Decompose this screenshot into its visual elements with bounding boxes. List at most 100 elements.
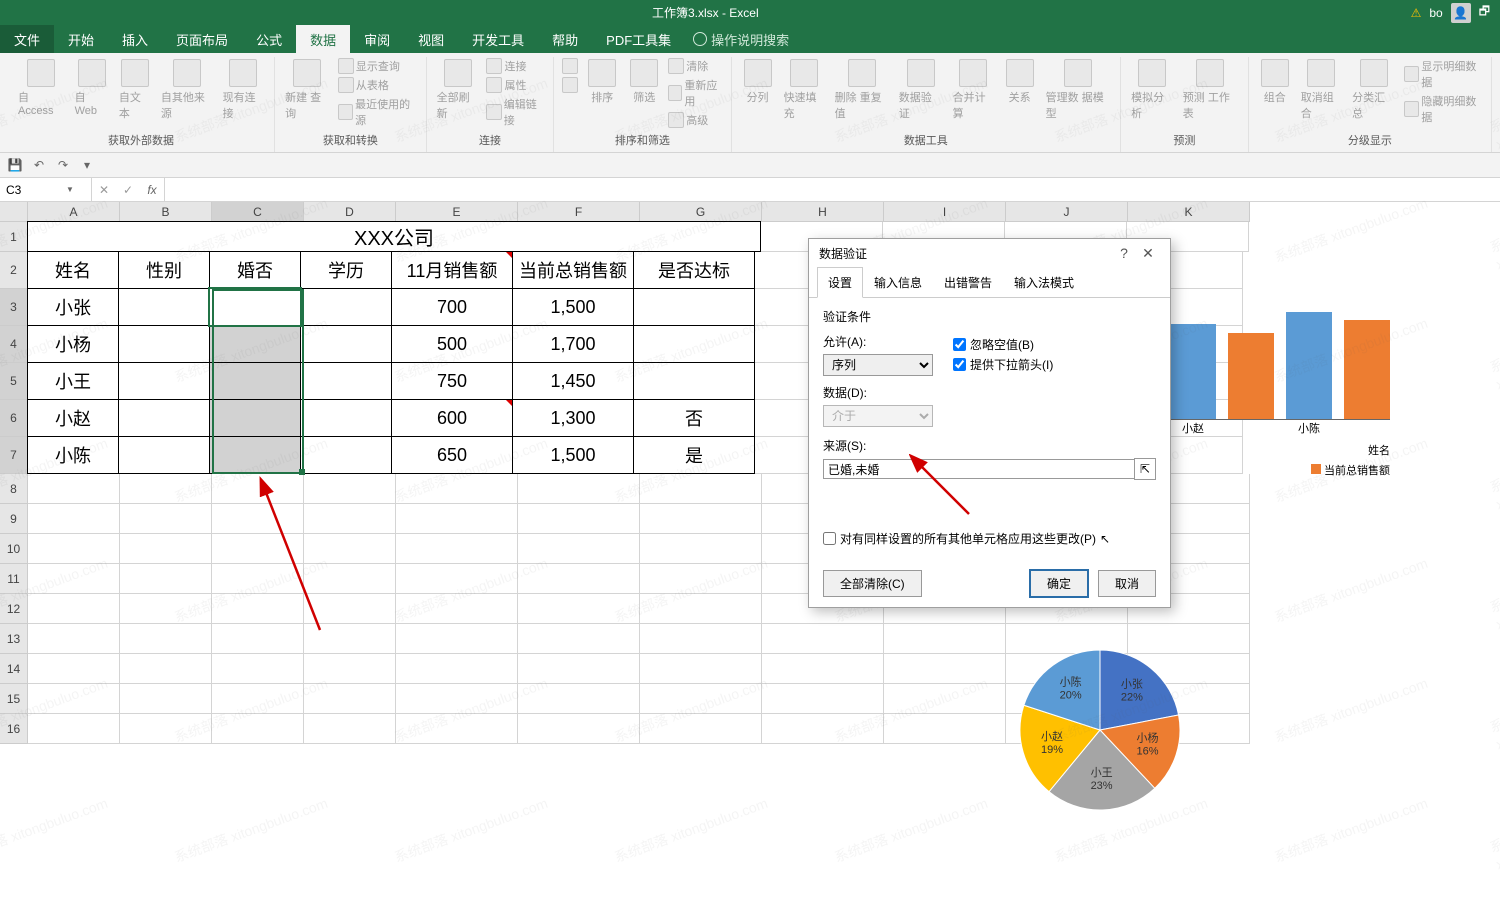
- tab-formula[interactable]: 公式: [242, 25, 296, 53]
- cell[interactable]: [304, 474, 396, 504]
- source-input[interactable]: [823, 459, 1135, 479]
- cell[interactable]: [518, 714, 640, 744]
- table-cell[interactable]: 1,500: [512, 436, 634, 474]
- name-box-input[interactable]: [6, 183, 66, 197]
- table-cell[interactable]: [633, 288, 755, 326]
- restore-icon[interactable]: 🗗: [1479, 2, 1490, 23]
- table-cell[interactable]: [118, 362, 210, 400]
- cell[interactable]: [304, 714, 396, 744]
- table-cell[interactable]: 小陈: [27, 436, 119, 474]
- table-cell[interactable]: [633, 325, 755, 363]
- cell[interactable]: [396, 684, 518, 714]
- chevron-down-icon[interactable]: ▼: [66, 185, 74, 194]
- cell[interactable]: [518, 594, 640, 624]
- new-query-button[interactable]: 新建 查询: [281, 57, 334, 123]
- qat-more-icon[interactable]: ▾: [78, 156, 96, 174]
- table-cell[interactable]: 小赵: [27, 399, 119, 437]
- table-cell[interactable]: [209, 362, 301, 400]
- accept-formula-icon[interactable]: ✓: [116, 183, 140, 197]
- show-queries-button[interactable]: 显示查询: [336, 57, 420, 75]
- from-web-button[interactable]: 自 Web: [71, 57, 113, 119]
- dialog-tab-ime[interactable]: 输入法模式: [1003, 267, 1085, 298]
- ungroup-button[interactable]: 取消组合: [1297, 57, 1346, 123]
- from-text-button[interactable]: 自文本: [115, 57, 155, 123]
- cell[interactable]: [396, 474, 518, 504]
- allow-select[interactable]: 序列: [823, 354, 933, 376]
- clear-all-button[interactable]: 全部清除(C): [823, 570, 922, 597]
- table-cell[interactable]: 是: [633, 436, 755, 474]
- cell[interactable]: [212, 594, 304, 624]
- cell[interactable]: [640, 504, 762, 534]
- col-header[interactable]: F: [518, 202, 640, 222]
- name-box[interactable]: ▼: [0, 178, 92, 201]
- tab-insert[interactable]: 插入: [108, 25, 162, 53]
- cell[interactable]: [28, 624, 120, 654]
- table-cell[interactable]: 650: [391, 436, 513, 474]
- cell[interactable]: [120, 564, 212, 594]
- cell[interactable]: [120, 594, 212, 624]
- tab-review[interactable]: 审阅: [350, 25, 404, 53]
- cell[interactable]: [212, 684, 304, 714]
- col-header[interactable]: I: [884, 202, 1006, 222]
- fx-icon[interactable]: fx: [140, 183, 164, 197]
- cell[interactable]: [396, 534, 518, 564]
- bar-chart[interactable]: 小赵 小陈 姓名 当前总销售额: [1170, 300, 1390, 480]
- table-cell[interactable]: [118, 436, 210, 474]
- col-header[interactable]: E: [396, 202, 518, 222]
- relationships-button[interactable]: 关系: [1000, 57, 1040, 107]
- range-picker-icon[interactable]: ⇱: [1134, 458, 1156, 480]
- table-cell[interactable]: [300, 288, 392, 326]
- cell[interactable]: [212, 504, 304, 534]
- sort-za-button[interactable]: [560, 76, 580, 94]
- cell[interactable]: [884, 714, 1006, 744]
- cell[interactable]: [518, 654, 640, 684]
- avatar[interactable]: 👤: [1451, 3, 1471, 23]
- cell[interactable]: [28, 714, 120, 744]
- apply-all-checkbox[interactable]: [823, 532, 836, 545]
- col-header[interactable]: C: [212, 202, 304, 222]
- table-cell[interactable]: 700: [391, 288, 513, 326]
- cell[interactable]: [212, 564, 304, 594]
- cancel-formula-icon[interactable]: ✕: [92, 183, 116, 197]
- table-cell[interactable]: 1,700: [512, 325, 634, 363]
- cell[interactable]: [28, 534, 120, 564]
- edit-links-button[interactable]: 编辑链接: [484, 95, 547, 129]
- cell[interactable]: [28, 594, 120, 624]
- cell[interactable]: [640, 474, 762, 504]
- table-cell[interactable]: 小张: [27, 288, 119, 326]
- cell[interactable]: [640, 594, 762, 624]
- whatif-button[interactable]: 模拟分析: [1127, 57, 1177, 123]
- tab-help[interactable]: 帮助: [538, 25, 592, 53]
- table-cell[interactable]: [209, 436, 301, 474]
- cell[interactable]: [640, 714, 762, 744]
- cell[interactable]: [28, 504, 120, 534]
- from-other-button[interactable]: 自其他来源: [157, 57, 217, 123]
- table-header[interactable]: 性别: [118, 251, 210, 289]
- flash-fill-button[interactable]: 快速填充: [780, 57, 829, 123]
- cell[interactable]: [762, 684, 884, 714]
- table-cell[interactable]: 小王: [27, 362, 119, 400]
- reapply-button[interactable]: 重新应用: [666, 76, 724, 110]
- cell[interactable]: [396, 564, 518, 594]
- cell[interactable]: [518, 684, 640, 714]
- cell[interactable]: [518, 534, 640, 564]
- cell[interactable]: [304, 594, 396, 624]
- tab-view[interactable]: 视图: [404, 25, 458, 53]
- cell[interactable]: [396, 714, 518, 744]
- cell[interactable]: [762, 624, 884, 654]
- cell[interactable]: [640, 684, 762, 714]
- pie-chart[interactable]: 小张22%小杨16%小王23%小赵19%小陈20%: [990, 630, 1210, 850]
- cell[interactable]: [28, 474, 120, 504]
- cell[interactable]: [212, 534, 304, 564]
- cell[interactable]: [640, 654, 762, 684]
- cell[interactable]: [640, 624, 762, 654]
- tell-me[interactable]: 操作说明搜索: [685, 25, 797, 53]
- table-cell[interactable]: 600: [391, 399, 513, 437]
- table-cell[interactable]: [209, 288, 301, 326]
- ignore-blank-checkbox[interactable]: [953, 338, 966, 351]
- existing-conn-button[interactable]: 现有连接: [219, 57, 268, 123]
- cell[interactable]: [762, 714, 884, 744]
- col-header[interactable]: J: [1006, 202, 1128, 222]
- cell[interactable]: [640, 534, 762, 564]
- table-cell[interactable]: 否: [633, 399, 755, 437]
